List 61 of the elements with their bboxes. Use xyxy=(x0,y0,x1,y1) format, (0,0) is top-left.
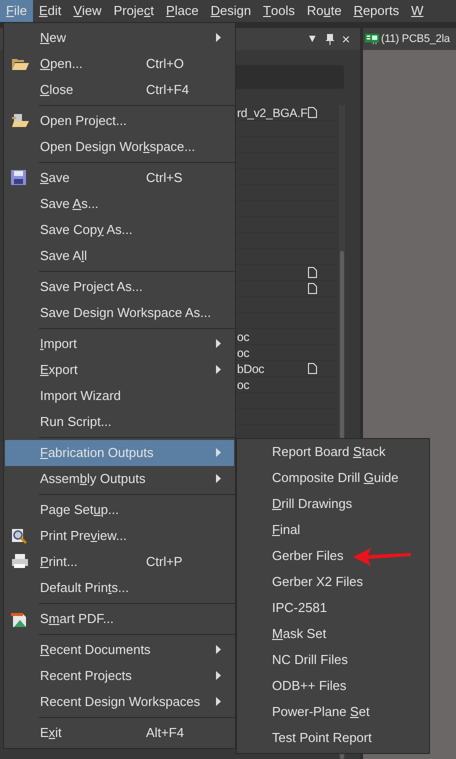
menu-item[interactable]: IPC-2581 xyxy=(272,598,327,618)
menu-item[interactable]: Recent Projects xyxy=(5,663,234,689)
menu-item[interactable]: New xyxy=(5,25,234,51)
menu-item[interactable]: Mask Set xyxy=(272,624,326,644)
menu-item[interactable]: Page Setup... xyxy=(5,497,234,523)
menu-item[interactable]: Open... Ctrl+O xyxy=(5,51,234,77)
menu-item[interactable]: Gerber X2 Files xyxy=(272,572,364,592)
menu-item[interactable]: Save Ctrl+S xyxy=(5,165,234,191)
menu-item[interactable]: Default Prints... xyxy=(5,575,234,601)
menu-item[interactable]: ODB++ Files xyxy=(272,676,346,696)
folder-icon xyxy=(11,113,29,128)
menu-item[interactable]: Print Preview... xyxy=(5,523,234,549)
menu-item[interactable]: NC Drill Files xyxy=(272,650,348,670)
close-button[interactable]: × xyxy=(342,28,350,50)
menu-item[interactable]: Final xyxy=(272,520,300,540)
menu-item[interactable]: Recent Documents xyxy=(5,637,234,663)
menu-item[interactable]: Print... Ctrl+P xyxy=(5,549,234,575)
menu-item[interactable]: Save As... xyxy=(5,191,234,217)
file-name[interactable]: bDoc xyxy=(237,362,264,376)
menu-item[interactable]: Save All xyxy=(5,243,234,269)
menu-item[interactable]: Drill Drawings xyxy=(272,494,352,514)
menu-bar-item[interactable]: Place xyxy=(160,0,205,22)
menu-item[interactable]: Import Wizard xyxy=(5,383,234,409)
menu-item[interactable]: Save Design Workspace As... xyxy=(5,300,234,326)
menu-bar-item[interactable]: Edit xyxy=(32,0,68,22)
folder-icon xyxy=(11,56,29,71)
dropdown-button[interactable]: ▼ xyxy=(306,30,318,48)
menu-bar-item[interactable]: Design xyxy=(204,0,258,22)
menu-item[interactable]: Gerber Files xyxy=(272,546,344,566)
pcb-icon xyxy=(365,33,379,45)
menu-item[interactable]: Exit Alt+F4 xyxy=(5,720,234,746)
menu-item[interactable]: Power-Plane Set xyxy=(272,702,370,722)
menu-item[interactable]: Report Board Stack xyxy=(272,442,386,462)
menu-item[interactable]: Import xyxy=(5,331,234,357)
menu-item[interactable]: Composite Drill Guide xyxy=(272,468,398,488)
menu-item[interactable]: Recent Design Workspaces xyxy=(5,689,234,715)
menu-item[interactable]: Run Script... xyxy=(5,409,234,435)
magnifier-icon xyxy=(11,528,27,544)
menu-item[interactable]: Assembly Outputs xyxy=(5,466,234,492)
file-name[interactable]: oc xyxy=(237,330,250,344)
menu-bar-item[interactable]: Route xyxy=(300,0,348,22)
menu-item[interactable]: Open Project... xyxy=(5,108,234,134)
document-tab[interactable]: (11) PCB5_2la xyxy=(363,28,456,50)
menu-bar-item[interactable]: Reports xyxy=(348,0,406,22)
menu-bar-item[interactable]: Tools xyxy=(257,0,301,22)
menu-item[interactable]: Export xyxy=(5,357,234,383)
menu-bar-item[interactable]: W xyxy=(405,0,430,22)
menu-bar-item[interactable]: View xyxy=(67,0,108,22)
file-name[interactable]: rd_v2_BGA.F xyxy=(237,106,308,120)
pin-icon[interactable] xyxy=(326,34,334,44)
file-name[interactable]: oc xyxy=(237,378,250,392)
menu-item[interactable]: Close Ctrl+F4 xyxy=(5,77,234,103)
menu-item[interactable]: Open Design Workspace... xyxy=(5,134,234,160)
pdf-icon xyxy=(11,611,27,627)
menu-item[interactable]: Test Point Report xyxy=(272,728,372,748)
printer-icon xyxy=(11,554,28,569)
menu-item[interactable]: Save Copy As... xyxy=(5,217,234,243)
menu-item[interactable]: Smart PDF... xyxy=(5,606,234,632)
menu-item[interactable]: Save Project As... xyxy=(5,274,234,300)
menu-bar-item[interactable]: Project xyxy=(108,0,160,22)
file-name[interactable]: oc xyxy=(237,346,250,360)
